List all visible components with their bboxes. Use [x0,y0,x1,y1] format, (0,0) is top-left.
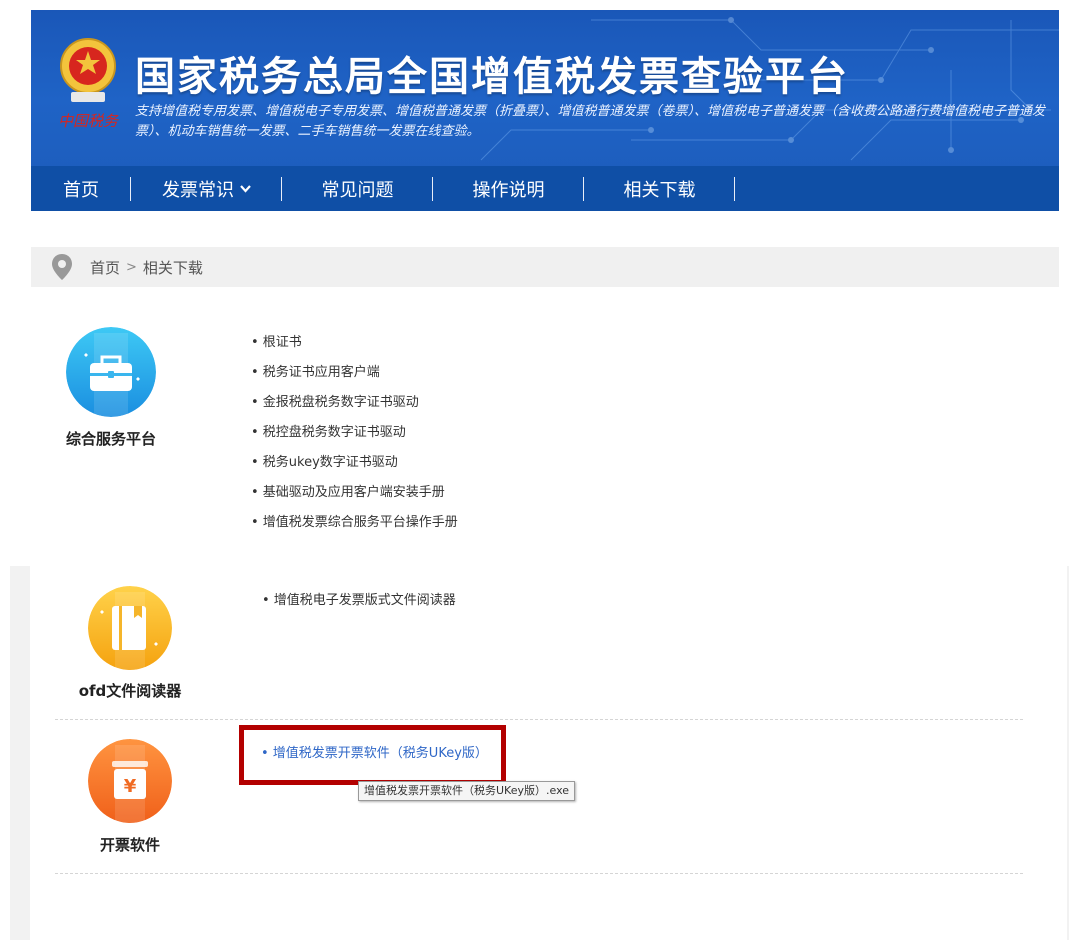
site-subtitle: 支持增值税专用发票、增值税电子专用发票、增值税普通发票（折叠票）、增值税普通发票… [135,104,1046,139]
section-divider [55,873,1023,874]
location-pin-icon [52,254,72,280]
nav-item-invoice-knowledge[interactable]: 发票常识 [131,166,282,211]
briefcase-icon [66,327,156,417]
tax-emblem-logo: 中国税务 [58,38,120,130]
section-title-invoicing-software: 开票软件 [99,836,160,854]
breadcrumb: 首页 > 相关下载 [31,247,1059,287]
nav-item-faq[interactable]: 常见问题 [282,166,433,211]
section-title-service-platform: 综合服务平台 [65,430,156,448]
book-icon [88,586,172,670]
list-item[interactable]: • 金报税盘税务数字证书驱动 [251,388,458,418]
list-item[interactable]: • 根证书 [251,328,458,358]
nav-item-label: 常见问题 [321,179,394,201]
yen-symbol: ¥ [124,776,137,797]
breadcrumb-current: 相关下载 [142,258,203,277]
list-item[interactable]: • 增值税电子发票版式文件阅读器 [262,586,456,616]
breadcrumb-home-link[interactable]: 首页 [90,257,120,278]
breadcrumb-separator: > [126,259,137,275]
chevron-down-icon [240,182,251,196]
nav-item-label: 发票常识 [162,179,234,201]
nav-item-label: 首页 [63,179,99,201]
nav-item-downloads[interactable]: 相关下载 [584,166,735,211]
list-item[interactable]: • 税务证书应用客户端 [251,358,458,388]
site-header: 中国税务 国家税务总局全国增值税发票查验平台 支持增值税专用发票、增值税电子专用… [31,10,1059,211]
nav-item-instructions[interactable]: 操作说明 [433,166,584,211]
section-title-ofd-reader: ofd文件阅读器 [78,682,182,700]
main-nav: 首页 发票常识 常见问题 操作说明 相关下载 [31,166,1059,211]
nav-item-label: 操作说明 [472,179,545,201]
list-item[interactable]: • 税务ukey数字证书驱动 [251,448,458,478]
list-item[interactable]: • 税控盘税务数字证书驱动 [251,418,458,448]
service-platform-download-list: • 根证书 • 税务证书应用客户端 • 金报税盘税务数字证书驱动 • 税控盘税务… [251,328,458,538]
site-title: 国家税务总局全国增值税发票查验平台 [135,54,849,100]
list-item[interactable]: • 增值税发票综合服务平台操作手册 [251,508,458,538]
list-item[interactable]: • 基础驱动及应用客户端安装手册 [251,478,458,508]
lower-panel [30,566,1067,940]
emblem-text: 中国税务 [58,112,120,130]
nav-item-home[interactable]: 首页 [31,166,131,211]
ofd-reader-download-list: • 增值税电子发票版式文件阅读器 [262,586,456,616]
invoice-yen-icon: ¥ [88,739,172,823]
section-divider [55,719,1023,720]
highlight-box [239,725,506,785]
nav-item-label: 相关下载 [623,179,696,201]
link-tooltip: 增值税发票开票软件（税务UKey版）.exe [358,781,576,801]
